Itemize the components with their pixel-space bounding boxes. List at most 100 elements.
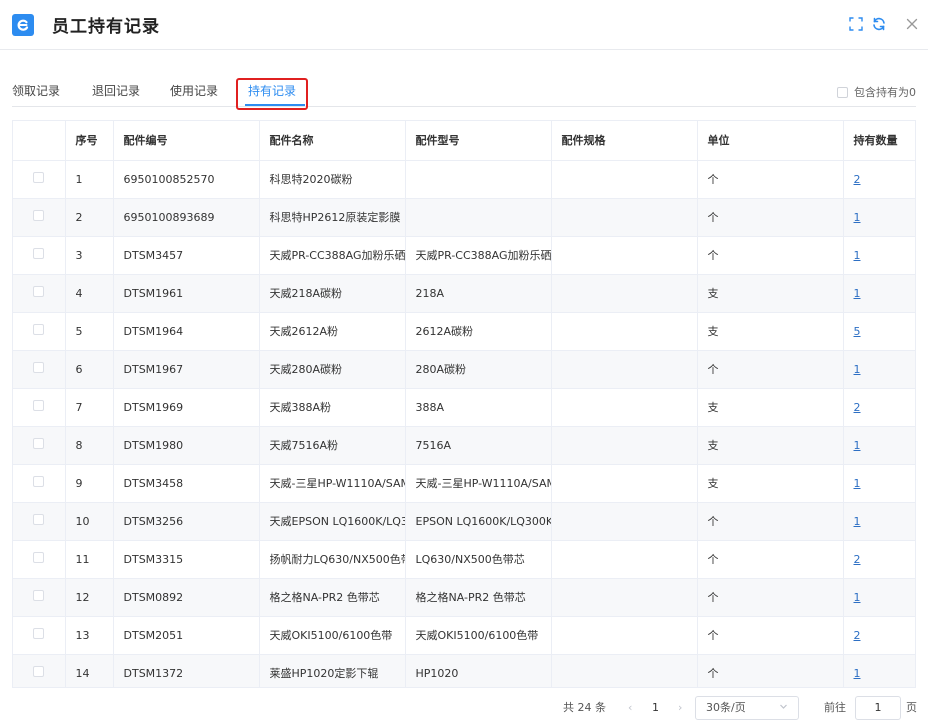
cell-name: 天威218A碳粉 [259, 274, 406, 313]
cell-spec [551, 388, 698, 427]
qty-link[interactable]: 1 [854, 591, 861, 604]
record-tabs: 领取记录 退回记录 使用记录 持有记录 [0, 76, 928, 108]
cell-spec [551, 540, 698, 579]
page-size-select[interactable]: 30条/页 [695, 696, 799, 720]
cell-no: 13 [65, 616, 114, 655]
cell-code: DTSM1969 [113, 388, 260, 427]
cell-name: 天威388A粉 [259, 388, 406, 427]
cell-unit: 支 [697, 426, 844, 465]
table-row[interactable]: 7 DTSM1969 天威388A粉 388A 支 2 [13, 388, 915, 427]
table-row[interactable]: 11 DTSM3315 扬帆耐力LQ630/NX500色带 LQ630/NX500色带… [13, 540, 915, 579]
tab-holding-records[interactable]: 持有记录 [248, 76, 296, 106]
cell-qty: 2 [843, 388, 915, 427]
cell-code: 6950100893689 [113, 198, 260, 237]
refresh-icon[interactable] [871, 16, 887, 32]
qty-link[interactable]: 5 [854, 325, 861, 338]
page-title: 员工持有记录 [52, 17, 160, 37]
tab-usage-records[interactable]: 使用记录 [170, 76, 218, 106]
next-page-button[interactable]: › [678, 696, 682, 720]
cell-name: 天威7516A粉 [259, 426, 406, 465]
include-zero-label: 包含持有为0 [854, 86, 916, 99]
cell-no: 9 [65, 464, 114, 503]
table-row[interactable]: 12 DTSM0892 格之格NA-PR2 色带芯 格之格NA-PR2 色带芯个 1 [13, 578, 915, 617]
row-checkbox[interactable] [33, 666, 45, 677]
qty-link[interactable]: 1 [854, 439, 861, 452]
table-row[interactable]: 1 6950100852570 科思特2020碳粉 个 2 [13, 160, 915, 199]
cell-spec [551, 350, 698, 389]
row-checkbox[interactable] [33, 438, 45, 449]
row-checkbox[interactable] [33, 514, 45, 525]
tabs-divider [12, 106, 916, 107]
row-select-cell [13, 274, 66, 313]
row-checkbox[interactable] [33, 628, 45, 639]
cell-unit: 个 [697, 198, 844, 237]
row-checkbox[interactable] [33, 324, 45, 335]
row-checkbox[interactable] [33, 590, 45, 601]
qty-link[interactable]: 1 [854, 477, 861, 490]
row-checkbox[interactable] [33, 362, 45, 373]
table-row[interactable]: 4 DTSM1961 天威218A碳粉 218A 支 1 [13, 274, 915, 313]
row-checkbox[interactable] [33, 286, 45, 297]
table-row[interactable]: 13 DTSM2051 天威OKI5100/6100色带 天威OKI5100/6100… [13, 616, 915, 655]
row-checkbox[interactable] [33, 210, 45, 221]
table-row[interactable]: 14 DTSM1372 莱盛HP1020定影下辊 HP1020 个 1 [13, 654, 915, 687]
cell-model: HP1020 [405, 654, 552, 687]
cell-unit: 个 [697, 540, 844, 579]
table-row[interactable]: 8 DTSM1980 天威7516A粉 7516A 支 1 [13, 426, 915, 465]
fullscreen-icon[interactable] [848, 16, 864, 32]
cell-name: 天威280A碳粉 [259, 350, 406, 389]
row-checkbox[interactable] [33, 172, 45, 183]
tab-receive-records[interactable]: 领取记录 [12, 76, 60, 106]
cell-name: 科思特2020碳粉 [259, 160, 406, 199]
qty-link[interactable]: 2 [854, 553, 861, 566]
cell-unit: 个 [697, 578, 844, 617]
cell-code: DTSM1372 [113, 654, 260, 687]
qty-link[interactable]: 1 [854, 249, 861, 262]
cell-no: 7 [65, 388, 114, 427]
include-zero-checkbox[interactable]: 包含持有为0 [837, 84, 916, 100]
row-select-cell [13, 502, 66, 541]
row-checkbox[interactable] [33, 248, 45, 259]
cell-qty: 2 [843, 616, 915, 655]
table-header-row: 序号 配件编号 配件名称 配件型号 配件规格 单位 持有数量 [13, 121, 915, 161]
prev-page-button[interactable]: ‹ [628, 696, 632, 720]
row-checkbox[interactable] [33, 400, 45, 411]
cell-model: 280A碳粉 [405, 350, 552, 389]
table-row[interactable]: 2 6950100893689 科思特HP2612原装定影膜 个 1 [13, 198, 915, 237]
row-checkbox[interactable] [33, 476, 45, 487]
qty-link[interactable]: 1 [854, 667, 861, 680]
cell-spec [551, 274, 698, 313]
cell-qty: 1 [843, 464, 915, 503]
qty-link[interactable]: 2 [854, 173, 861, 186]
cell-spec [551, 312, 698, 351]
row-select-cell [13, 426, 66, 465]
table-row[interactable]: 9 DTSM3458 天威-三星HP-W1110A/SAM 天威-三星HP-W1110… [13, 464, 915, 503]
page-number-current[interactable]: 1 [652, 696, 659, 720]
row-select-cell [13, 236, 66, 275]
row-checkbox[interactable] [33, 552, 45, 563]
checkbox-icon[interactable] [837, 86, 848, 98]
pagination: 共 24 条 ‹ 1 › 30条/页 前往 页 [0, 696, 928, 720]
table-row[interactable]: 10 DTSM3256 天威EPSON LQ1600K/LQ30 EPSON LQ16… [13, 502, 915, 541]
qty-link[interactable]: 2 [854, 629, 861, 642]
cell-name: 莱盛HP1020定影下辊 [259, 654, 406, 687]
close-icon[interactable] [904, 16, 920, 32]
qty-link[interactable]: 1 [854, 287, 861, 300]
tab-return-records[interactable]: 退回记录 [92, 76, 140, 106]
cell-qty: 1 [843, 274, 915, 313]
qty-link[interactable]: 1 [854, 363, 861, 376]
cell-model: 天威PR-CC388AG加粉乐硒鼓 [405, 236, 552, 275]
page-size-value: 30条/页 [706, 701, 746, 714]
cell-qty: 1 [843, 502, 915, 541]
qty-link[interactable]: 2 [854, 401, 861, 414]
cell-spec [551, 502, 698, 541]
cell-name: 格之格NA-PR2 色带芯 [259, 578, 406, 617]
cell-no: 2 [65, 198, 114, 237]
qty-link[interactable]: 1 [854, 515, 861, 528]
goto-page-input[interactable] [855, 696, 901, 720]
qty-link[interactable]: 1 [854, 211, 861, 224]
chevron-down-icon [779, 696, 788, 720]
table-row[interactable]: 5 DTSM1964 天威2612A粉 2612A碳粉支 5 [13, 312, 915, 351]
table-row[interactable]: 3 DTSM3457 天威PR-CC388AG加粉乐硒鼓 天威PR-CC388AG加粉… [13, 236, 915, 275]
table-row[interactable]: 6 DTSM1967 天威280A碳粉 280A碳粉 个 1 [13, 350, 915, 389]
